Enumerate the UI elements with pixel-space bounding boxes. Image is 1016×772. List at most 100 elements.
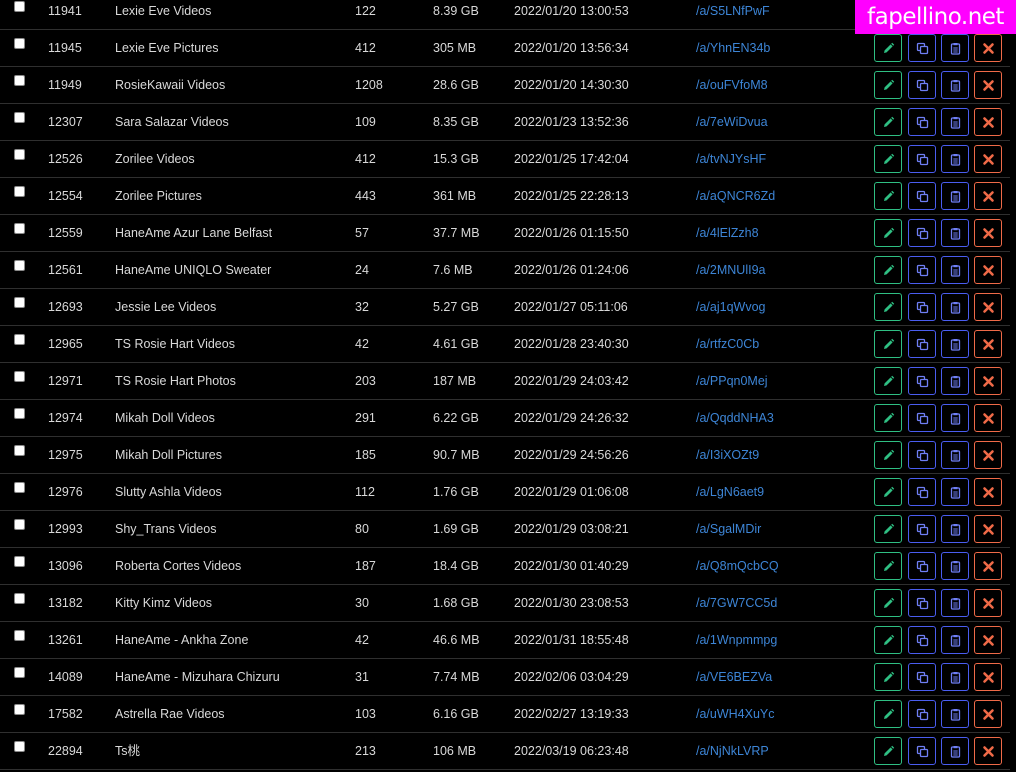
copy-button[interactable] (908, 700, 936, 728)
delete-button[interactable] (974, 515, 1002, 543)
clipboard-button[interactable] (941, 256, 969, 284)
copy-button[interactable] (908, 552, 936, 580)
album-link[interactable]: /a/NjNkLVRP (696, 744, 769, 759)
copy-button[interactable] (908, 330, 936, 358)
row-checkbox[interactable] (14, 334, 25, 345)
row-checkbox[interactable] (14, 75, 25, 86)
clipboard-button[interactable] (941, 700, 969, 728)
edit-button[interactable] (874, 552, 902, 580)
row-checkbox[interactable] (14, 149, 25, 160)
album-link[interactable]: /a/7GW7CC5d (696, 596, 777, 611)
clipboard-button[interactable] (941, 663, 969, 691)
row-checkbox[interactable] (14, 371, 25, 382)
copy-button[interactable] (908, 441, 936, 469)
delete-button[interactable] (974, 737, 1002, 765)
delete-button[interactable] (974, 219, 1002, 247)
copy-button[interactable] (908, 478, 936, 506)
delete-button[interactable] (974, 293, 1002, 321)
edit-button[interactable] (874, 293, 902, 321)
row-checkbox[interactable] (14, 112, 25, 123)
delete-button[interactable] (974, 71, 1002, 99)
delete-button[interactable] (974, 589, 1002, 617)
clipboard-button[interactable] (941, 145, 969, 173)
copy-button[interactable] (908, 71, 936, 99)
edit-button[interactable] (874, 700, 902, 728)
album-link[interactable]: /a/YhnEN34b (696, 41, 770, 56)
edit-button[interactable] (874, 145, 902, 173)
edit-button[interactable] (874, 441, 902, 469)
album-link[interactable]: /a/aj1qWvog (696, 300, 765, 315)
copy-button[interactable] (908, 737, 936, 765)
row-checkbox[interactable] (14, 445, 25, 456)
row-checkbox[interactable] (14, 556, 25, 567)
delete-button[interactable] (974, 478, 1002, 506)
copy-button[interactable] (908, 367, 936, 395)
clipboard-button[interactable] (941, 737, 969, 765)
edit-button[interactable] (874, 663, 902, 691)
row-checkbox[interactable] (14, 704, 25, 715)
clipboard-button[interactable] (941, 441, 969, 469)
clipboard-button[interactable] (941, 552, 969, 580)
row-checkbox[interactable] (14, 630, 25, 641)
delete-button[interactable] (974, 663, 1002, 691)
album-link[interactable]: /a/4lElZzh8 (696, 226, 759, 241)
delete-button[interactable] (974, 330, 1002, 358)
clipboard-button[interactable] (941, 293, 969, 321)
row-checkbox[interactable] (14, 593, 25, 604)
row-checkbox[interactable] (14, 519, 25, 530)
row-checkbox[interactable] (14, 186, 25, 197)
copy-button[interactable] (908, 293, 936, 321)
album-link[interactable]: /a/I3iXOZt9 (696, 448, 759, 463)
album-link[interactable]: /a/aQNCR6Zd (696, 189, 775, 204)
edit-button[interactable] (874, 219, 902, 247)
album-link[interactable]: /a/ouFVfoM8 (696, 78, 768, 93)
delete-button[interactable] (974, 108, 1002, 136)
copy-button[interactable] (908, 145, 936, 173)
row-checkbox[interactable] (14, 223, 25, 234)
album-link[interactable]: /a/7eWiDvua (696, 115, 768, 130)
delete-button[interactable] (974, 626, 1002, 654)
clipboard-button[interactable] (941, 108, 969, 136)
clipboard-button[interactable] (941, 478, 969, 506)
edit-button[interactable] (874, 737, 902, 765)
delete-button[interactable] (974, 404, 1002, 432)
copy-button[interactable] (908, 108, 936, 136)
edit-button[interactable] (874, 108, 902, 136)
clipboard-button[interactable] (941, 182, 969, 210)
row-checkbox[interactable] (14, 482, 25, 493)
delete-button[interactable] (974, 367, 1002, 395)
edit-button[interactable] (874, 71, 902, 99)
album-link[interactable]: /a/LgN6aet9 (696, 485, 764, 500)
delete-button[interactable] (974, 256, 1002, 284)
album-link[interactable]: /a/tvNJYsHF (696, 152, 766, 167)
row-checkbox[interactable] (14, 408, 25, 419)
album-link[interactable]: /a/2MNUlI9a (696, 263, 765, 278)
album-link[interactable]: /a/SgalMDir (696, 522, 761, 537)
row-checkbox[interactable] (14, 297, 25, 308)
copy-button[interactable] (908, 182, 936, 210)
edit-button[interactable] (874, 626, 902, 654)
clipboard-button[interactable] (941, 589, 969, 617)
delete-button[interactable] (974, 552, 1002, 580)
clipboard-button[interactable] (941, 626, 969, 654)
copy-button[interactable] (908, 404, 936, 432)
edit-button[interactable] (874, 589, 902, 617)
delete-button[interactable] (974, 441, 1002, 469)
album-link[interactable]: /a/1Wnpmmpg (696, 633, 777, 648)
copy-button[interactable] (908, 626, 936, 654)
clipboard-button[interactable] (941, 71, 969, 99)
edit-button[interactable] (874, 256, 902, 284)
copy-button[interactable] (908, 589, 936, 617)
delete-button[interactable] (974, 145, 1002, 173)
delete-button[interactable] (974, 182, 1002, 210)
copy-button[interactable] (908, 515, 936, 543)
row-checkbox[interactable] (14, 741, 25, 752)
album-link[interactable]: /a/PPqn0Mej (696, 374, 768, 389)
row-checkbox[interactable] (14, 667, 25, 678)
album-link[interactable]: /a/Q8mQcbCQ (696, 559, 779, 574)
album-link[interactable]: /a/VE6BEZVa (696, 670, 772, 685)
album-link[interactable]: /a/rtfzC0Cb (696, 337, 759, 352)
delete-button[interactable] (974, 34, 1002, 62)
row-checkbox[interactable] (14, 260, 25, 271)
edit-button[interactable] (874, 515, 902, 543)
